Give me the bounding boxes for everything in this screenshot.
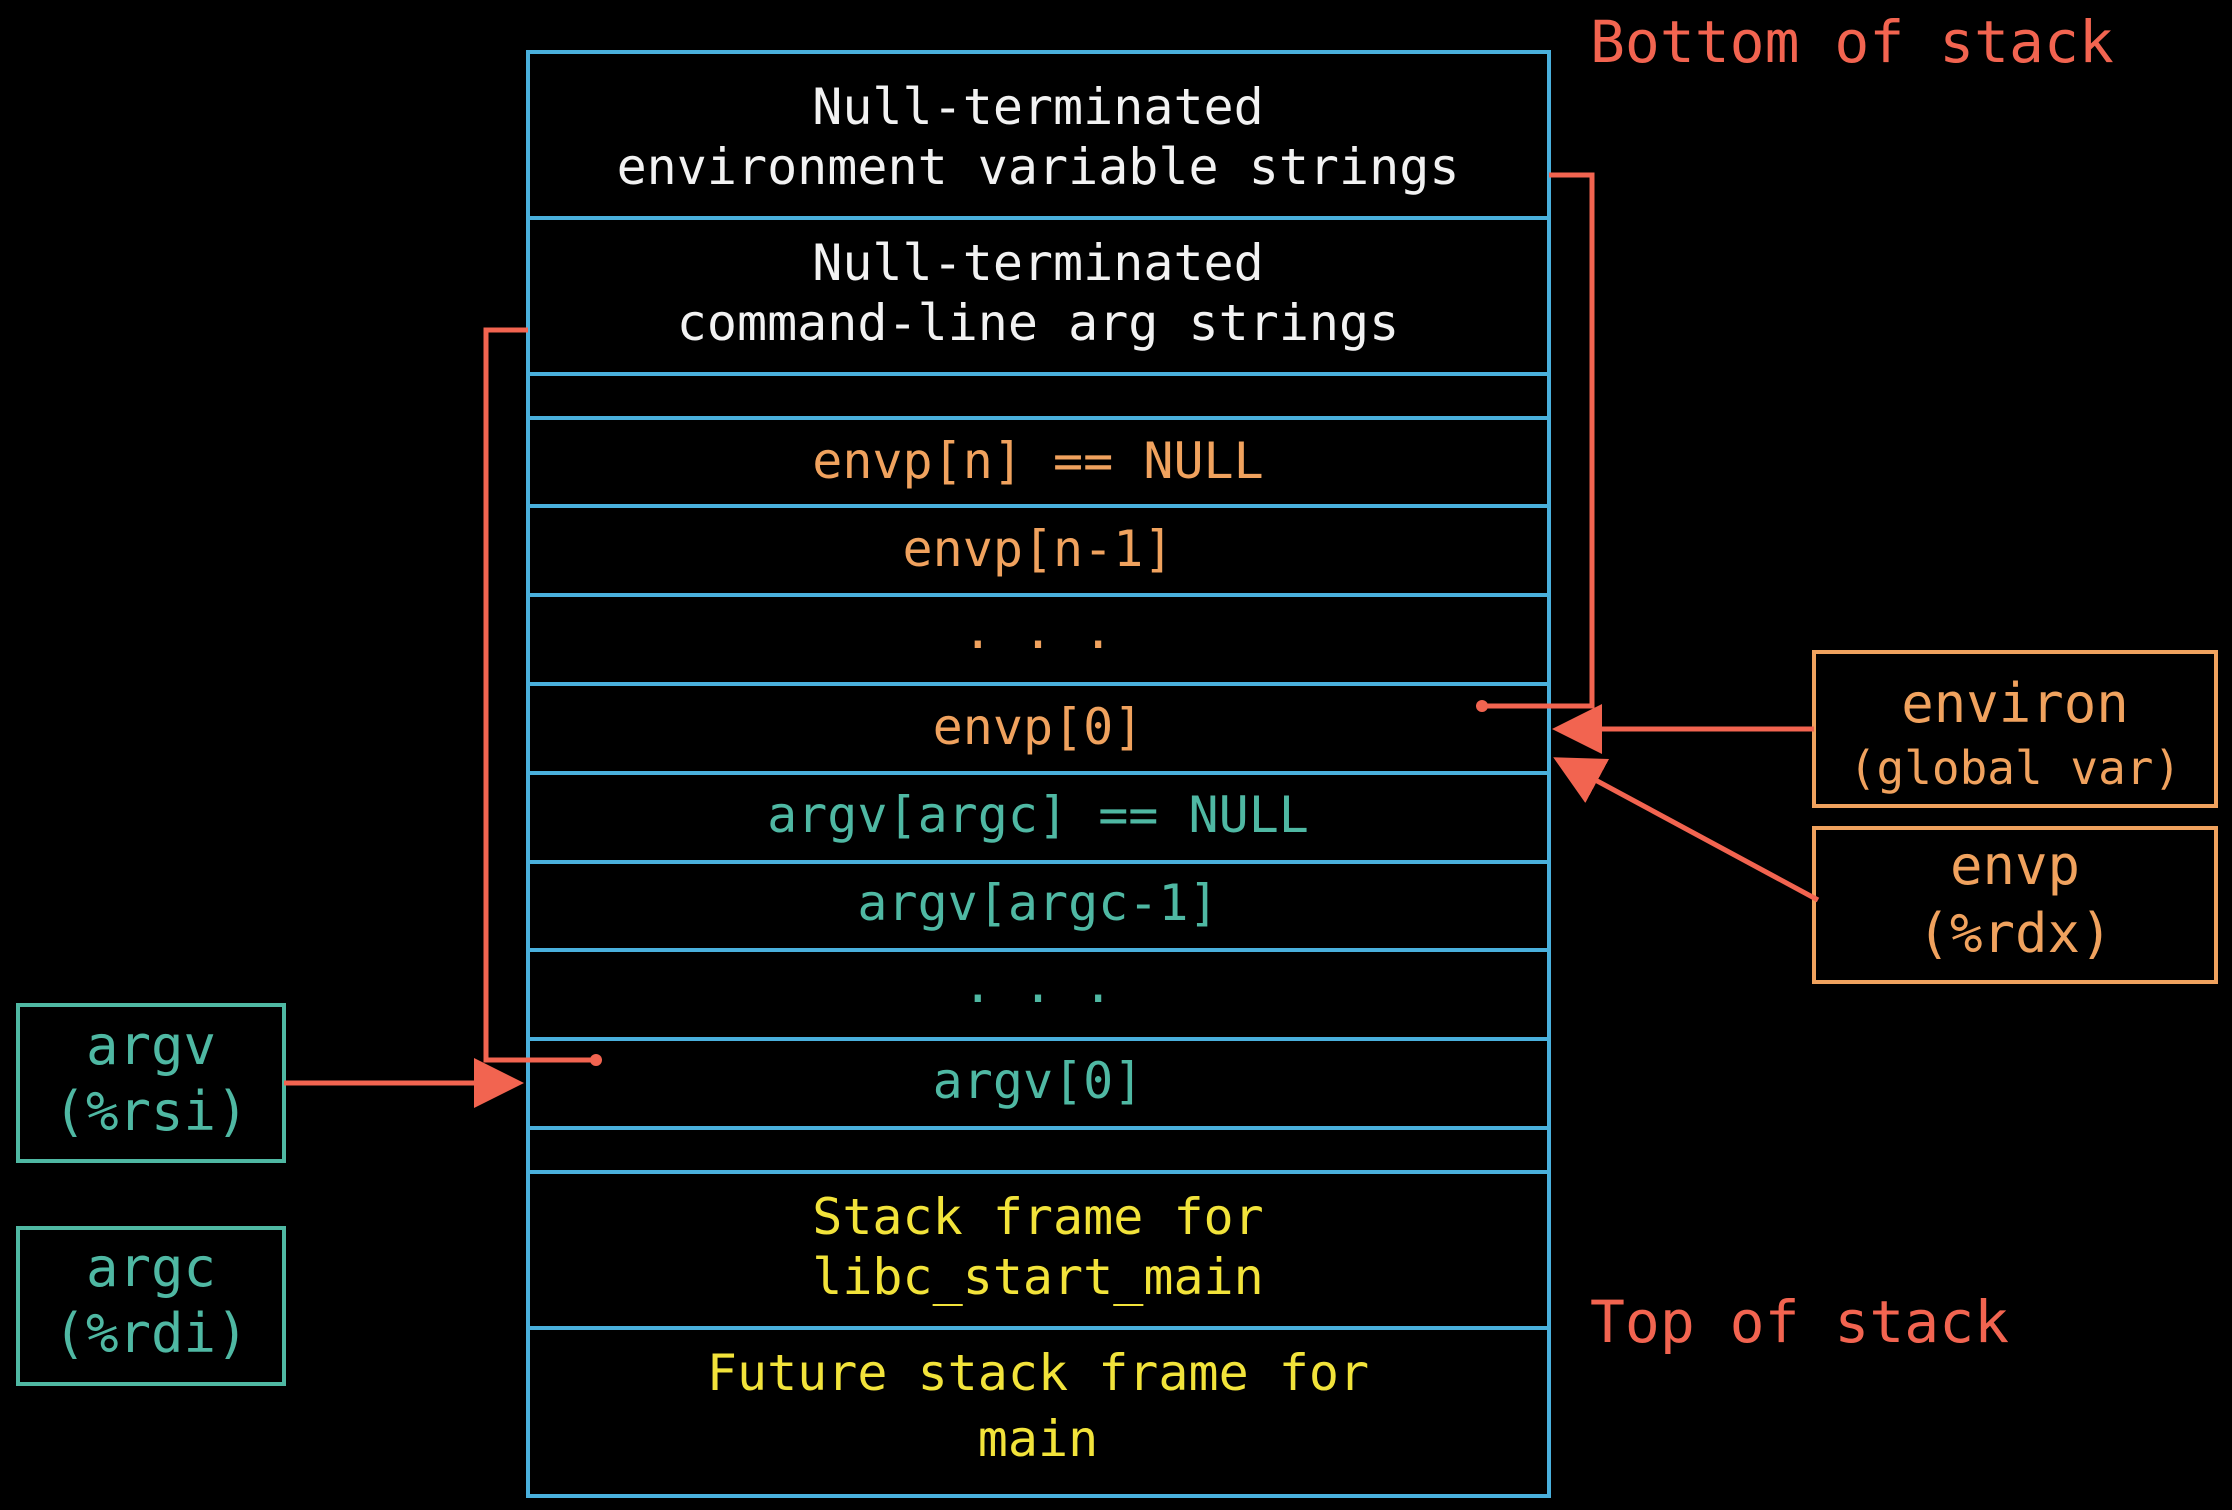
argv0-pointer-origin-dot <box>590 1054 602 1066</box>
environ-name: environ <box>1901 672 2129 735</box>
argc-register-note: (%rdi) <box>53 1302 248 1365</box>
argc-register-name: argc <box>86 1236 216 1299</box>
main-frame-line-1: Future stack frame for <box>707 1344 1369 1402</box>
environ-note: (global var) <box>1849 741 2181 795</box>
envp-to-envp0-arrow <box>1553 757 1820 903</box>
arg-strings-line-2: command-line arg strings <box>677 294 1399 352</box>
envp-n-null: envp[n] == NULL <box>812 432 1264 490</box>
envp-register-name: envp <box>1950 834 2080 897</box>
envp0-pointer-origin-dot <box>1476 700 1488 712</box>
envp0-to-env-strings-pointer <box>1482 172 1595 709</box>
libc-frame-line-2: libc_start_main <box>812 1248 1264 1306</box>
stack-layout-diagram: Bottom of stack Top of stack Null-termin… <box>16 8 2218 1498</box>
envp-ellipsis: . . . <box>963 602 1114 660</box>
stack-row-dividers <box>528 216 1549 1330</box>
envp-0: envp[0] <box>933 698 1144 756</box>
bottom-of-stack-label: Bottom of stack <box>1590 8 2114 76</box>
argv-register-note: (%rsi) <box>53 1080 248 1143</box>
env-strings-line-1: Null-terminated <box>812 78 1264 136</box>
argv-0: argv[0] <box>933 1052 1144 1110</box>
envp-register-note: (%rdx) <box>1917 902 2112 965</box>
top-of-stack-label: Top of stack <box>1590 1288 2009 1356</box>
env-strings-line-2: environment variable strings <box>617 138 1460 196</box>
main-frame-line-2: main <box>978 1410 1098 1468</box>
argv-register-name: argv <box>86 1014 216 1077</box>
argv-argc-null: argv[argc] == NULL <box>767 786 1309 844</box>
argv-ellipsis: . . . <box>963 956 1114 1014</box>
argv-argc-minus-1: argv[argc-1] <box>857 874 1218 932</box>
arg-strings-line-1: Null-terminated <box>812 234 1264 292</box>
envp-n-minus-1: envp[n-1] <box>903 520 1174 578</box>
libc-frame-line-1: Stack frame for <box>812 1188 1264 1246</box>
